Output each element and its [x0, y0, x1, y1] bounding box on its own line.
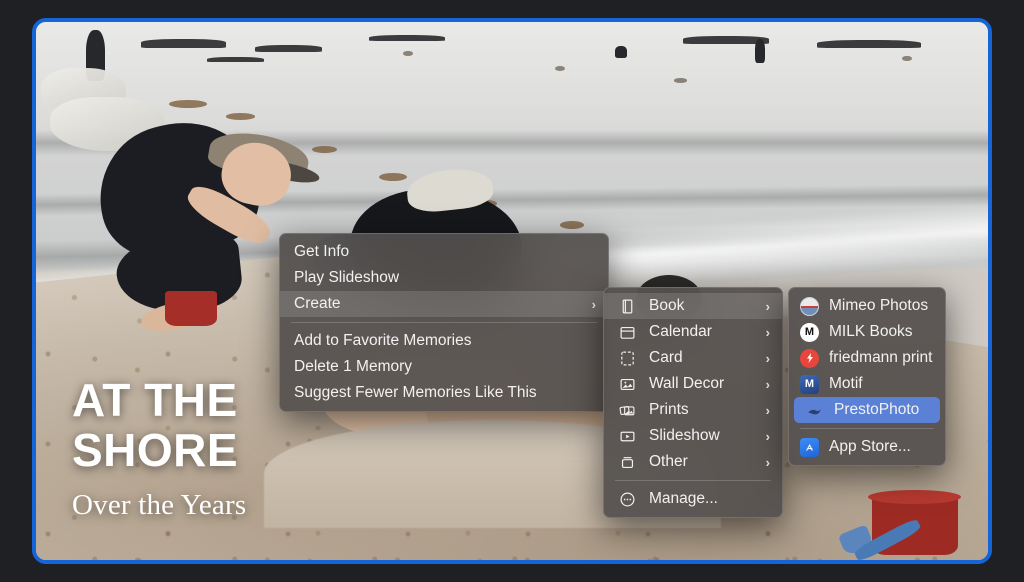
red-pail [164, 291, 217, 326]
play-box-icon [616, 428, 638, 445]
distant-person [614, 45, 628, 58]
card-icon [616, 350, 638, 367]
screen: AT THE SHORE Over the Years Get Info Pla… [0, 0, 1024, 582]
menu-item-calendar[interactable]: Calendar › [604, 319, 782, 345]
menu-item-label: Suggest Fewer Memories Like This [294, 384, 537, 401]
mimeo-photos-app-icon [800, 296, 819, 316]
menu-item-wall-decor[interactable]: Wall Decor › [604, 371, 782, 397]
menu-item-manage[interactable]: Manage... [604, 486, 782, 512]
chevron-right-icon: › [765, 402, 770, 418]
menu-item-add-to-favorite-memories[interactable]: Add to Favorite Memories [280, 328, 608, 354]
prestophoto-app-icon [805, 400, 824, 420]
tray-icon [616, 454, 638, 471]
chevron-right-icon: › [765, 428, 770, 444]
menu-separator [615, 480, 771, 481]
prints-icon [616, 402, 638, 419]
context-menu-primary[interactable]: Get Info Play Slideshow Create › Add to … [279, 233, 609, 412]
menu-item-label: App Store... [829, 438, 911, 455]
distant-boat [816, 40, 922, 49]
menu-item-label: Delete 1 Memory [294, 358, 413, 375]
menu-item-milk-books[interactable]: M MILK Books [789, 319, 945, 345]
menu-item-other[interactable]: Other › [604, 449, 782, 475]
menu-item-label: Create [294, 295, 341, 312]
chevron-right-icon: › [765, 298, 770, 314]
app-store-icon [800, 437, 819, 457]
memory-subtitle: Over the Years [72, 489, 247, 521]
menu-item-delete-memory[interactable]: Delete 1 Memory [280, 354, 608, 380]
menu-item-card[interactable]: Card › [604, 345, 782, 371]
seaweed [312, 145, 337, 153]
bucket-rim [868, 489, 962, 504]
context-menu-create[interactable]: Book › Calendar › Card › Wall Decor › Pr… [603, 287, 783, 518]
menu-item-label: friedmann print [829, 349, 933, 366]
chevron-right-icon: › [591, 296, 596, 312]
menu-item-label: Other [649, 453, 688, 470]
context-menu-book-apps[interactable]: Mimeo Photos M MILK Books friedmann prin… [788, 287, 946, 466]
menu-item-book[interactable]: Book › [604, 293, 782, 319]
menu-item-label: Add to Favorite Memories [294, 332, 472, 349]
chevron-right-icon: › [765, 324, 770, 340]
menu-item-label: Book [649, 297, 685, 314]
menu-item-label: PrestoPhoto [834, 401, 920, 418]
seaweed [226, 113, 255, 120]
memory-title-overlay: AT THE SHORE Over the Years [72, 375, 246, 522]
menu-item-label: Prints [649, 401, 689, 418]
menu-item-label: Play Slideshow [294, 269, 400, 286]
distant-boat [254, 44, 322, 52]
menu-item-label: Slideshow [649, 427, 720, 444]
menu-item-motif[interactable]: M Motif [789, 371, 945, 397]
calendar-icon [616, 324, 638, 341]
menu-item-create[interactable]: Create › [280, 291, 608, 317]
memory-title-line-2: SHORE [72, 424, 239, 476]
menu-item-play-slideshow[interactable]: Play Slideshow [280, 265, 608, 291]
friedmann-print-app-icon [800, 348, 819, 368]
menu-item-label: Card [649, 349, 683, 366]
menu-item-get-info[interactable]: Get Info [280, 239, 608, 265]
menu-item-label: Manage... [649, 490, 718, 507]
menu-item-friedmann-print[interactable]: friedmann print [789, 345, 945, 371]
menu-item-label: Wall Decor [649, 375, 725, 392]
memory-title-line-1: AT THE [72, 374, 238, 426]
menu-item-label: Mimeo Photos [829, 297, 929, 314]
menu-item-prestophoto[interactable]: PrestoPhoto [794, 397, 940, 423]
seaweed [378, 172, 408, 181]
milk-books-app-icon: M [800, 322, 819, 342]
chevron-right-icon: › [765, 350, 770, 366]
seaweed [169, 100, 208, 108]
water-debris [673, 78, 688, 83]
book-icon [616, 298, 638, 315]
menu-item-app-store[interactable]: App Store... [789, 434, 945, 460]
chevron-right-icon: › [765, 376, 770, 392]
menu-item-mimeo-photos[interactable]: Mimeo Photos [789, 293, 945, 319]
distant-boat [369, 34, 446, 42]
menu-item-prints[interactable]: Prints › [604, 397, 782, 423]
ellipsis-circle-icon [616, 491, 638, 508]
menu-item-label: Calendar [649, 323, 712, 340]
motif-app-icon: M [800, 374, 819, 394]
menu-item-label: Get Info [294, 243, 350, 260]
photo-frame-icon [616, 376, 638, 393]
distant-boat [140, 39, 227, 48]
water-debris [402, 51, 413, 56]
menu-item-slideshow[interactable]: Slideshow › [604, 423, 782, 449]
menu-separator [800, 428, 934, 429]
menu-item-label: Motif [829, 375, 863, 392]
chevron-right-icon: › [765, 454, 770, 470]
distant-boat [207, 56, 265, 63]
menu-item-label: MILK Books [829, 323, 913, 340]
distant-person [754, 39, 766, 64]
menu-item-suggest-fewer-memories[interactable]: Suggest Fewer Memories Like This [280, 380, 608, 406]
menu-separator [291, 322, 597, 323]
